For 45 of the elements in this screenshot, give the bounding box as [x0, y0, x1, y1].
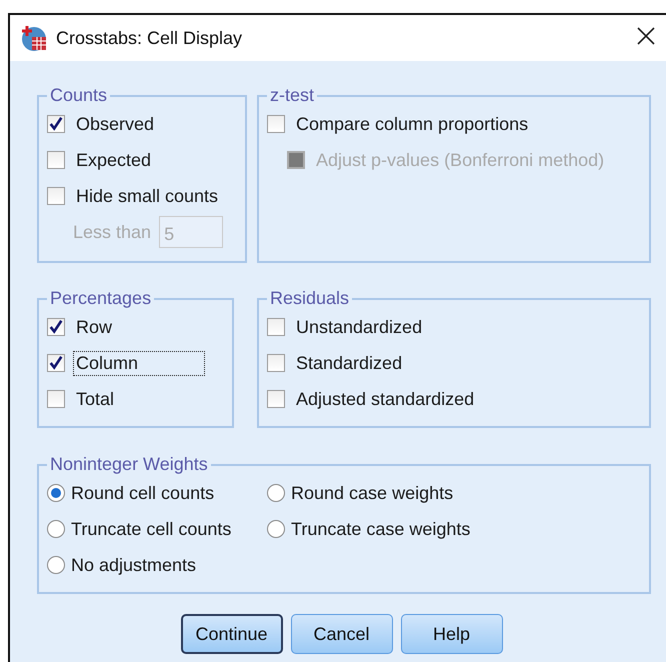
checkbox[interactable] — [267, 318, 285, 336]
field-label: Less than — [73, 222, 152, 242]
dialog-button[interactable]: Continue — [180, 614, 282, 654]
checkbox[interactable] — [267, 115, 285, 133]
close-icon[interactable] — [636, 26, 656, 46]
radio-option[interactable]: Round cell counts — [47, 475, 267, 511]
checkbox-label[interactable]: Observed — [73, 112, 158, 136]
app-icon — [20, 24, 48, 52]
checkbox-label[interactable]: Adjusted standardized — [293, 386, 478, 412]
radio-button[interactable] — [47, 556, 65, 574]
checkmark-icon — [48, 318, 64, 336]
radio-button[interactable] — [47, 484, 65, 502]
checkmark-icon — [48, 115, 64, 133]
checkbox-label[interactable]: Unstandardized — [293, 314, 426, 340]
checkbox[interactable] — [47, 187, 65, 205]
radio-option[interactable]: No adjustments — [47, 547, 267, 583]
radio-button[interactable] — [47, 520, 65, 538]
checkbox[interactable] — [267, 354, 285, 372]
group-title: Counts — [49, 85, 108, 106]
checkbox-label[interactable]: Column — [73, 350, 206, 376]
radio-option[interactable]: Truncate cell counts — [47, 511, 267, 547]
radio-button[interactable] — [267, 520, 285, 538]
checkbox-label[interactable]: Expected — [73, 148, 154, 172]
group-title: Noninteger Weights — [49, 454, 209, 475]
dialog-button[interactable]: Cancel — [290, 614, 392, 654]
checkbox[interactable] — [47, 151, 65, 169]
checkbox[interactable] — [47, 390, 65, 408]
checkbox-label[interactable]: Hide small counts — [73, 184, 222, 208]
radio-option[interactable]: Round case weights — [267, 475, 641, 511]
window-title: Crosstabs: Cell Display — [56, 28, 244, 48]
checkbox-label[interactable]: Total — [73, 386, 118, 412]
checkmark-icon — [48, 354, 64, 372]
group-title: Residuals — [269, 288, 350, 309]
checkbox[interactable] — [47, 115, 65, 133]
radio-button[interactable] — [267, 484, 285, 502]
checkbox-label[interactable]: Compare column proportions — [293, 112, 532, 136]
checkbox[interactable] — [47, 318, 65, 336]
radio-option[interactable]: Truncate case weights — [267, 511, 641, 547]
group-title: Percentages — [49, 288, 152, 309]
checkbox[interactable] — [267, 390, 285, 408]
dialog-button[interactable]: Help — [400, 614, 502, 654]
checkbox-label[interactable]: Row — [73, 314, 116, 340]
checkbox[interactable] — [47, 354, 65, 372]
checkbox-label[interactable]: Standardized — [293, 350, 406, 376]
group-title: z-test — [269, 85, 316, 106]
